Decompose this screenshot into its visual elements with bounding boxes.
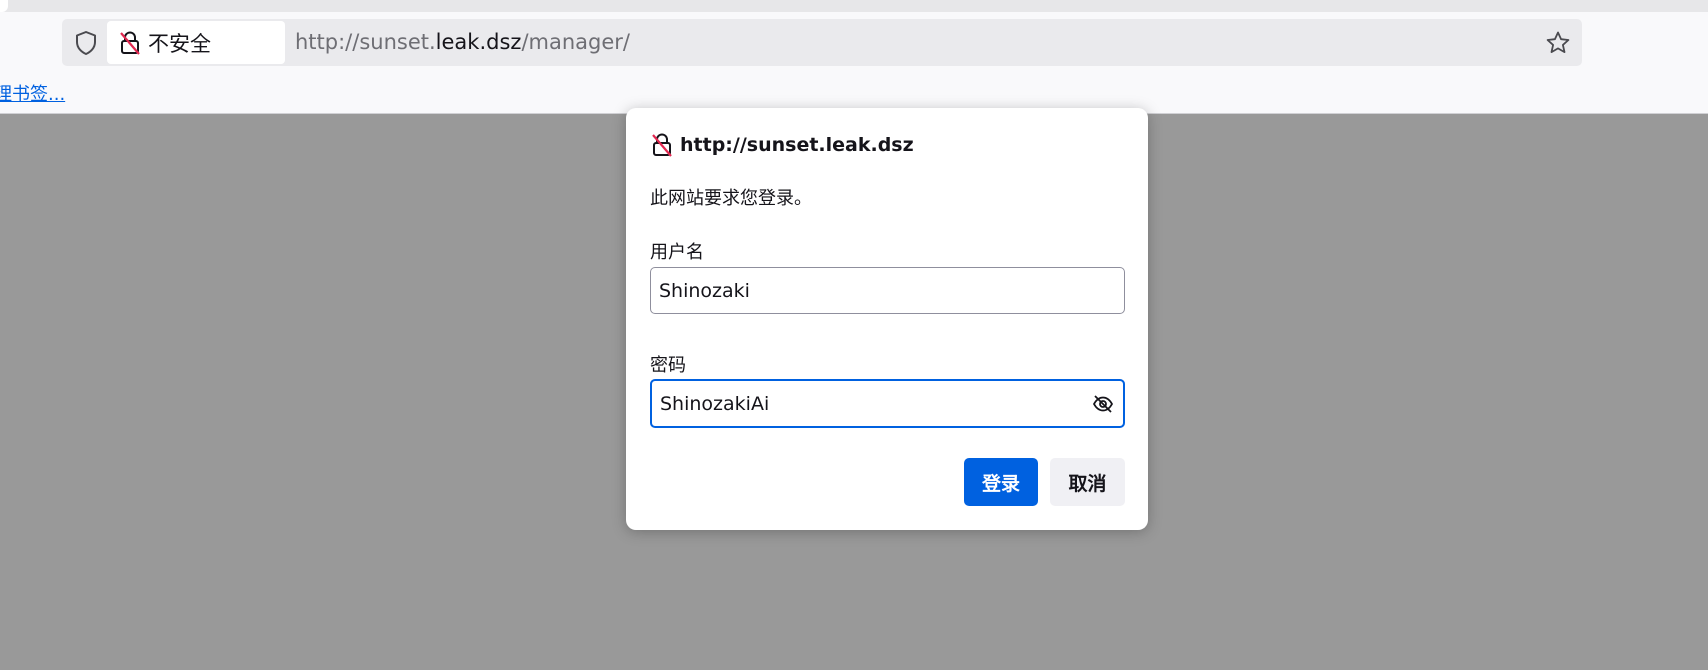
url-bar[interactable]: 不安全 http://sunset.leak.dsz/manager/: [62, 19, 1582, 66]
url-path: /manager/: [521, 30, 630, 54]
insecure-lock-icon: [652, 133, 672, 157]
password-label: 密码: [650, 355, 686, 376]
username-field[interactable]: Shinozaki: [650, 267, 1125, 314]
dialog-message: 此网站要求您登录。: [650, 188, 812, 209]
login-dialog: http://sunset.leak.dsz 此网站要求您登录。 用户名 Shi…: [626, 108, 1148, 530]
active-tab-edge[interactable]: [0, 0, 8, 12]
password-value: ShinozakiAi: [660, 392, 770, 415]
username-label: 用户名: [650, 242, 704, 263]
url-prefix: http://sunset.: [295, 30, 436, 54]
dialog-host: http://sunset.leak.dsz: [680, 134, 914, 156]
insecure-lock-icon: [120, 31, 140, 55]
insecure-label: 不安全: [148, 31, 211, 56]
eye-slash-icon[interactable]: [1091, 392, 1115, 416]
browser-window: 不安全 http://sunset.leak.dsz/manager/ 理书签.…: [0, 0, 1708, 670]
bookmark-star-icon[interactable]: [1544, 29, 1572, 57]
tab-strip: [0, 0, 1708, 12]
username-value: Shinozaki: [659, 279, 750, 302]
nav-toolbar: 不安全 http://sunset.leak.dsz/manager/ 理书签.…: [0, 12, 1708, 114]
manage-bookmarks-link[interactable]: 理书签...: [0, 80, 65, 106]
password-field[interactable]: ShinozakiAi: [650, 379, 1125, 428]
cancel-button[interactable]: 取消: [1050, 458, 1125, 506]
security-indicator[interactable]: 不安全: [107, 21, 285, 64]
login-button[interactable]: 登录: [964, 458, 1038, 506]
url-text[interactable]: http://sunset.leak.dsz/manager/: [295, 19, 630, 66]
url-host: leak.dsz: [435, 30, 522, 54]
shield-icon[interactable]: [72, 29, 100, 57]
dialog-header: http://sunset.leak.dsz: [650, 130, 914, 160]
